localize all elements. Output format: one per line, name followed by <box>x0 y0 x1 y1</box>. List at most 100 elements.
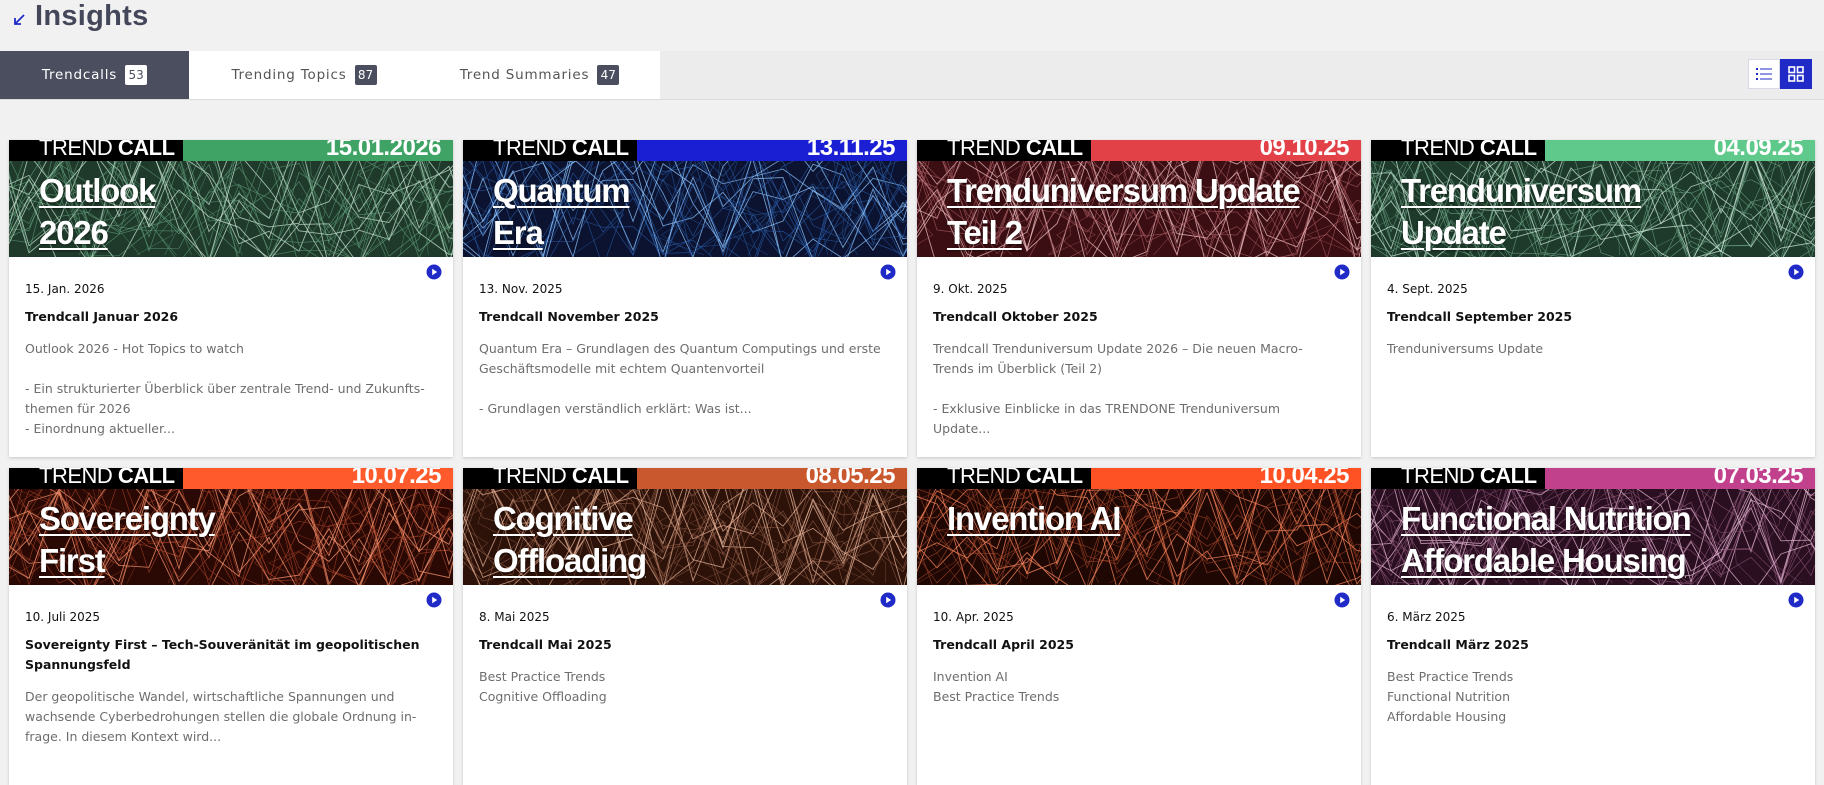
card-image: TREND CALL 04.09.25 Trenduniversum Update <box>1371 140 1815 257</box>
banner-word: TREND <box>493 140 572 160</box>
card-date: 10. Apr. 2025 <box>933 610 1014 624</box>
card-date: 9. Okt. 2025 <box>933 282 1008 296</box>
card-description: Outlook 2026 - Hot Topics to watch - Ein… <box>25 341 425 436</box>
card-body: 15. Jan. 2026 Trendcall Januar 2026 Outloo… <box>9 282 453 439</box>
play-icon[interactable] <box>880 592 896 608</box>
trend-call-banner: TREND CALL <box>9 140 183 161</box>
trendcall-card[interactable]: TREND CALL 08.05.25 Cognitive Offloading 8. … <box>463 468 907 785</box>
banner-date: 07.03.25 <box>1545 468 1815 489</box>
trendcall-card[interactable]: TREND CALL 15.01.2026 Outlook 2026 15. Jan. … <box>9 140 453 457</box>
grid-view-icon <box>1788 66 1804 82</box>
card-title[interactable]: Trendcall Oktober 2025 <box>933 307 1345 327</box>
card-description: Best Practice Trends Cognitive Offloadin… <box>479 669 607 704</box>
trendcall-card[interactable]: TREND CALL 09.10.25 Trenduniversum Update T… <box>917 140 1361 457</box>
banner-word: TREND <box>1401 140 1480 160</box>
banner-word: CALL <box>1479 468 1537 488</box>
list-view-button[interactable] <box>1748 59 1780 89</box>
play-icon[interactable] <box>426 592 442 608</box>
card-title[interactable]: Trendcall September 2025 <box>1387 307 1799 327</box>
banner-word: TREND <box>39 140 118 160</box>
arrow-down-left-icon[interactable] <box>12 13 26 27</box>
banner-date: 09.10.25 <box>1091 140 1361 161</box>
card-title[interactable]: Trendcall März 2025 <box>1387 635 1799 655</box>
card-date: 8. Mai 2025 <box>479 610 550 624</box>
card-image: TREND CALL 09.10.25 Trenduniversum Update T… <box>917 140 1361 257</box>
tab-label: Trending Topics <box>231 67 347 83</box>
card-image: TREND CALL 10.07.25 Sovereignty First <box>9 468 453 585</box>
page-header: Insights <box>0 0 1824 51</box>
banner-word: CALL <box>117 468 175 488</box>
card-image: TREND CALL 15.01.2026 Outlook 2026 <box>9 140 453 257</box>
image-title-line: Sovereignty <box>39 500 216 537</box>
image-title-line: Cognitive <box>493 500 634 537</box>
card-image: TREND CALL 07.03.25 Functional Nutrition Af… <box>1371 468 1815 585</box>
card-title[interactable]: Trendcall April 2025 <box>933 635 1345 655</box>
image-title-line: Outlook <box>39 172 156 209</box>
card-body: 4. Sept. 2025 Trendcall September 2025 Tre… <box>1371 282 1815 359</box>
image-title-line: Update <box>1401 214 1507 251</box>
play-icon[interactable] <box>1334 264 1350 280</box>
trendcall-card[interactable]: TREND CALL 10.07.25 Sovereignty First 10. Ju… <box>9 468 453 785</box>
image-title-line: 2026 <box>39 214 109 251</box>
list-view-icon <box>1756 68 1772 80</box>
card-title[interactable]: Trendcall Mai 2025 <box>479 635 891 655</box>
card-title[interactable]: Sovereignty First – Tech-Souveränität im… <box>25 635 437 675</box>
card-body: 8. Mai 2025 Trendcall Mai 2025 Best Practi… <box>463 610 907 707</box>
banner-word: CALL <box>571 468 629 488</box>
trendcall-card[interactable]: TREND CALL 13.11.25 Quantum Era 13. Nov. 202… <box>463 140 907 457</box>
tab-trend-summaries[interactable]: Trend Summaries 47 <box>419 51 660 99</box>
image-title: Cognitive Offloading <box>493 498 647 582</box>
tab-label: Trend Summaries <box>459 67 590 83</box>
image-title: Functional Nutrition Affordable Housing <box>1401 498 1692 582</box>
grid-view-button[interactable] <box>1780 59 1812 89</box>
trendcall-card[interactable]: TREND CALL 07.03.25 Functional Nutrition Af… <box>1371 468 1815 785</box>
tab-bar: Trendcalls 53 Trending Topics 87 Trend S… <box>0 51 1824 100</box>
play-icon[interactable] <box>1788 592 1804 608</box>
tab-trendcalls[interactable]: Trendcalls 53 <box>0 51 189 99</box>
image-title-line: Teil 2 <box>947 214 1023 251</box>
banner-date: 15.01.2026 <box>183 140 453 161</box>
trend-call-banner: TREND CALL <box>917 468 1091 489</box>
trend-call-banner: TREND CALL <box>917 140 1091 161</box>
card-body: 10. Apr. 2025 Trendcall April 2025 Inventi… <box>917 610 1361 707</box>
card-image: TREND CALL 13.11.25 Quantum Era <box>463 140 907 257</box>
play-icon[interactable] <box>1788 264 1804 280</box>
image-title-line: Offloading <box>493 542 647 579</box>
tab-label: Trendcalls <box>41 67 118 83</box>
banner-word: TREND <box>1401 468 1480 488</box>
image-title-line: Affordable Housing <box>1401 542 1687 579</box>
play-icon[interactable] <box>880 264 896 280</box>
card-date: 4. Sept. 2025 <box>1387 282 1468 296</box>
image-title-line: Functional Nutrition <box>1401 500 1692 537</box>
banner-word: CALL <box>1479 140 1537 160</box>
tab-trending-topics[interactable]: Trending Topics 87 <box>189 51 419 99</box>
trendcall-card[interactable]: TREND CALL 10.04.25 Invention AI 10. Apr. 2… <box>917 468 1361 785</box>
play-icon[interactable] <box>1334 592 1350 608</box>
image-title: Sovereignty First <box>39 498 216 582</box>
banner-word: CALL <box>1025 468 1083 488</box>
image-title: Quantum Era <box>493 170 631 254</box>
card-body: 13. Nov. 2025 Trendcall November 2025 Quan… <box>463 282 907 419</box>
card-image: TREND CALL 10.04.25 Invention AI <box>917 468 1361 585</box>
banner-word: TREND <box>947 468 1026 488</box>
card-date: 15. Jan. 2026 <box>25 282 105 296</box>
play-icon[interactable] <box>426 264 442 280</box>
card-date: 6. März 2025 <box>1387 610 1466 624</box>
card-description: Trendcall Trenduniversum Update 2026 – D… <box>933 341 1303 436</box>
image-title-line: Trenduniversum Update <box>947 172 1301 209</box>
view-toggle <box>1748 59 1812 89</box>
card-description: Trenduniversums Update <box>1387 341 1544 356</box>
card-title[interactable]: Trendcall November 2025 <box>479 307 891 327</box>
image-title: Trenduniversum Update <box>1401 170 1642 254</box>
card-body: 10. Juli 2025 Sovereignty First – Tech-So… <box>9 610 453 747</box>
card-description: Invention AI Best Practice Trends <box>933 669 1060 704</box>
banner-word: CALL <box>571 140 629 160</box>
banner-date: 13.11.25 <box>637 140 907 161</box>
trendcall-card[interactable]: TREND CALL 04.09.25 Trenduniversum Update 4.… <box>1371 140 1815 457</box>
banner-word: CALL <box>1025 140 1083 160</box>
card-title[interactable]: Trendcall Januar 2026 <box>25 307 437 327</box>
card-image: TREND CALL 08.05.25 Cognitive Offloading <box>463 468 907 585</box>
image-title-line: First <box>39 542 106 579</box>
image-title: Invention AI <box>947 498 1121 540</box>
banner-word: TREND <box>39 468 118 488</box>
